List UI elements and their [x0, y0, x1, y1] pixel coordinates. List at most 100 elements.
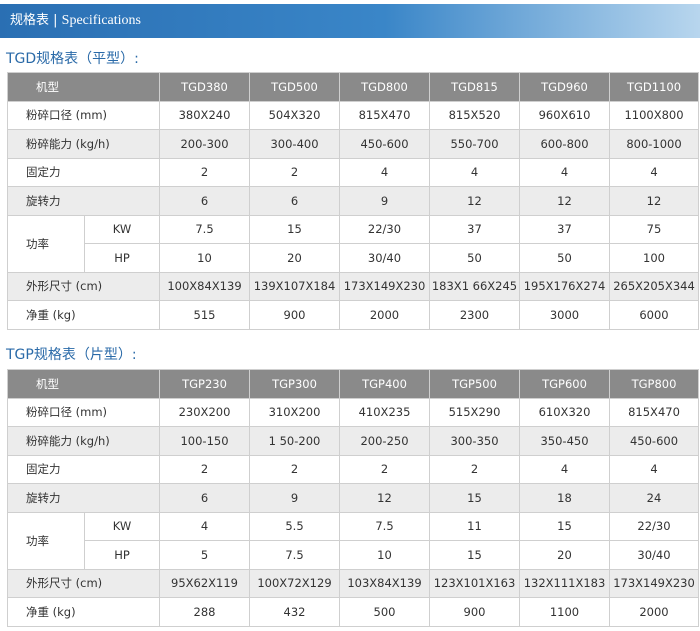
table-cell: 139X107X184	[249, 271, 340, 301]
table-cell: 265X205X344	[609, 271, 699, 301]
table-row: 净重 (kg) 515 900 2000 2300 3000 6000	[7, 300, 699, 330]
power-row-label: 功率	[7, 511, 85, 570]
table-row: HP 10 20 30/40 50 50 100	[8, 243, 699, 273]
table-cell: 600-800	[519, 129, 610, 159]
tgp-section-title: TGP规格表（片型）:	[6, 347, 137, 363]
table-cell: 815X520	[429, 100, 520, 130]
table-cell: 10	[159, 243, 250, 273]
table-row: 粉碎口径 (mm) 230X200 310X200 410X235 515X290 610…	[7, 397, 699, 427]
table-row: 功率 KW 4 5.5 7.5 11 15 22/30	[7, 511, 699, 570]
table-cell: 2	[429, 454, 520, 484]
model-column-header: TGD1100	[609, 72, 699, 102]
table-cell: 450-600	[339, 129, 430, 159]
table-cell: 4	[519, 157, 610, 187]
row-label: 粉碎能力 (kg/h)	[7, 129, 160, 159]
table-cell: 300-400	[249, 129, 340, 159]
table-cell: 2	[339, 454, 430, 484]
power-unit-label: KW	[84, 214, 160, 244]
table-cell: 550-700	[429, 129, 520, 159]
table-cell: 815X470	[609, 397, 699, 427]
model-column-header: TGP400	[339, 369, 430, 399]
table-cell: 2000	[609, 597, 699, 627]
table-cell: 95X62X119	[159, 568, 250, 598]
row-label: 固定力	[7, 454, 160, 484]
row-label: 粉碎口径 (mm)	[7, 397, 160, 427]
table-cell: 7.5	[249, 540, 340, 570]
table-cell: 6	[249, 186, 340, 216]
table-cell: 288	[159, 597, 250, 627]
table-cell: 12	[519, 186, 610, 216]
table-cell: 15	[429, 540, 520, 570]
header-title-en: Specifications	[61, 13, 141, 28]
table-row: 固定力 2 2 2 2 4 4	[7, 454, 699, 484]
table-cell: 515	[159, 300, 250, 330]
table-cell: 2	[249, 157, 340, 187]
table-cell: 22/30	[339, 214, 430, 244]
table-cell: 7.5	[339, 511, 430, 541]
table-row: 固定力 2 2 4 4 4 4	[7, 157, 699, 187]
table-cell: 37	[429, 214, 520, 244]
table-cell: 103X84X139	[339, 568, 430, 598]
model-column-header: TGD815	[429, 72, 520, 102]
table-cell: 5.5	[249, 511, 340, 541]
table-cell: 20	[519, 540, 610, 570]
table-row: 功率 KW 7.5 15 22/30 37 37 75	[7, 214, 699, 273]
table-cell: 15	[249, 214, 340, 244]
table-row: HP 5 7.5 10 15 20 30/40	[8, 540, 699, 570]
table-cell: 9	[339, 186, 430, 216]
table-cell: 4	[609, 157, 699, 187]
table-cell: 12	[339, 483, 430, 513]
model-column-header: TGP500	[429, 369, 520, 399]
power-row-label: 功率	[7, 214, 85, 273]
table-header-row: 机型 TGD380 TGD500 TGD800 TGD815 TGD960 TGD1100	[7, 72, 699, 102]
table-cell: 100	[609, 243, 699, 273]
row-label: 粉碎口径 (mm)	[7, 100, 160, 130]
table-cell: 22/30	[609, 511, 699, 541]
table-cell: 432	[249, 597, 340, 627]
table-row: 旋转力 6 9 12 15 18 24	[7, 483, 699, 513]
table-cell: 4	[519, 454, 610, 484]
row-label: 旋转力	[7, 186, 160, 216]
model-column-header: TGD500	[249, 72, 340, 102]
table-cell: 504X320	[249, 100, 340, 130]
table-cell: 4	[339, 157, 430, 187]
header-title-cn: 规格表	[10, 13, 50, 28]
table-row: 粉碎能力 (kg/h) 100-150 1 50-200 200-250 300-350…	[7, 426, 699, 456]
row-label: 固定力	[7, 157, 160, 187]
table-cell: 50	[519, 243, 610, 273]
table-cell: 2000	[339, 300, 430, 330]
tgd-spec-table: 机型 TGD380 TGD500 TGD800 TGD815 TGD960 TGD1100 粉…	[7, 72, 699, 330]
table-cell: 24	[609, 483, 699, 513]
table-cell: 1100	[519, 597, 610, 627]
power-unit-label: KW	[84, 511, 160, 541]
table-cell: 4	[609, 454, 699, 484]
row-label: 外形尺寸 (cm)	[7, 271, 160, 301]
table-cell: 183X1 66X245	[429, 271, 520, 301]
table-cell: 195X176X274	[519, 271, 610, 301]
power-unit-label: HP	[84, 540, 160, 570]
table-cell: 2	[159, 157, 250, 187]
table-cell: 100-150	[159, 426, 250, 456]
table-cell: 2	[159, 454, 250, 484]
table-cell: 410X235	[339, 397, 430, 427]
table-header-row: 机型 TGP230 TGP300 TGP400 TGP500 TGP600 TGP800	[7, 369, 699, 399]
model-header-label: 机型	[7, 72, 160, 102]
table-cell: 30/40	[609, 540, 699, 570]
row-label: 外形尺寸 (cm)	[7, 568, 160, 598]
model-header-label: 机型	[7, 369, 160, 399]
power-unit-label: HP	[84, 243, 160, 273]
table-cell: 230X200	[159, 397, 250, 427]
table-cell: 173X149X230	[609, 568, 699, 598]
table-cell: 11	[429, 511, 520, 541]
table-cell: 1 50-200	[249, 426, 340, 456]
model-column-header: TGD800	[339, 72, 430, 102]
table-cell: 800-1000	[609, 129, 699, 159]
table-cell: 5	[159, 540, 250, 570]
table-cell: 450-600	[609, 426, 699, 456]
table-cell: 9	[249, 483, 340, 513]
table-cell: 310X200	[249, 397, 340, 427]
table-cell: 123X101X163	[429, 568, 520, 598]
table-cell: 50	[429, 243, 520, 273]
table-cell: 100X84X139	[159, 271, 250, 301]
table-cell: 900	[429, 597, 520, 627]
